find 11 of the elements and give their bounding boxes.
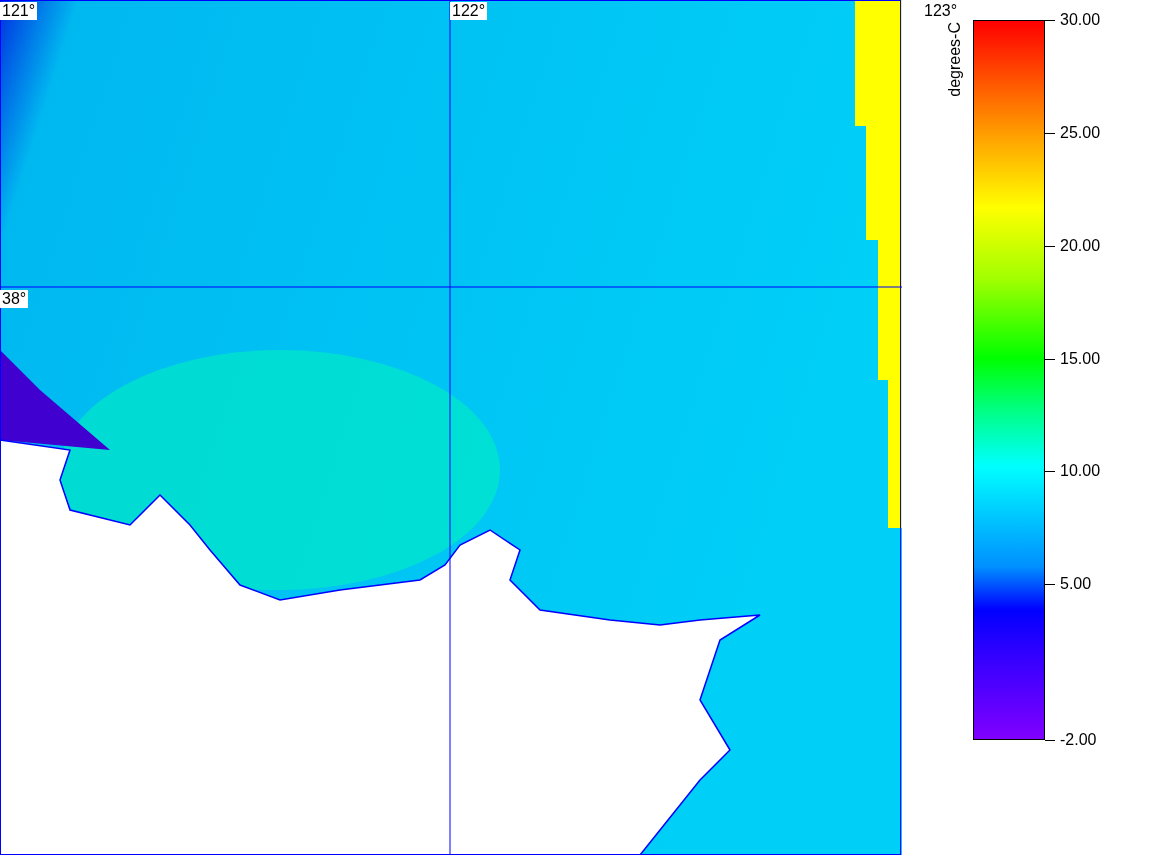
scale-label: -2.00 bbox=[1060, 731, 1097, 749]
scale-label: 5.00 bbox=[1060, 575, 1092, 593]
scale-label: 25.00 bbox=[1060, 124, 1101, 142]
scale-label: 15.00 bbox=[1060, 350, 1101, 368]
longitude-label: 122° bbox=[450, 2, 488, 20]
scale-label: 10.00 bbox=[1060, 462, 1101, 480]
unit-label: degrees-C bbox=[946, 22, 964, 97]
longitude-label: 121° bbox=[0, 2, 38, 20]
latitude-label: 38° bbox=[0, 290, 29, 308]
scale-label: 20.00 bbox=[1060, 237, 1101, 255]
scale-label: 30.00 bbox=[1060, 11, 1101, 29]
